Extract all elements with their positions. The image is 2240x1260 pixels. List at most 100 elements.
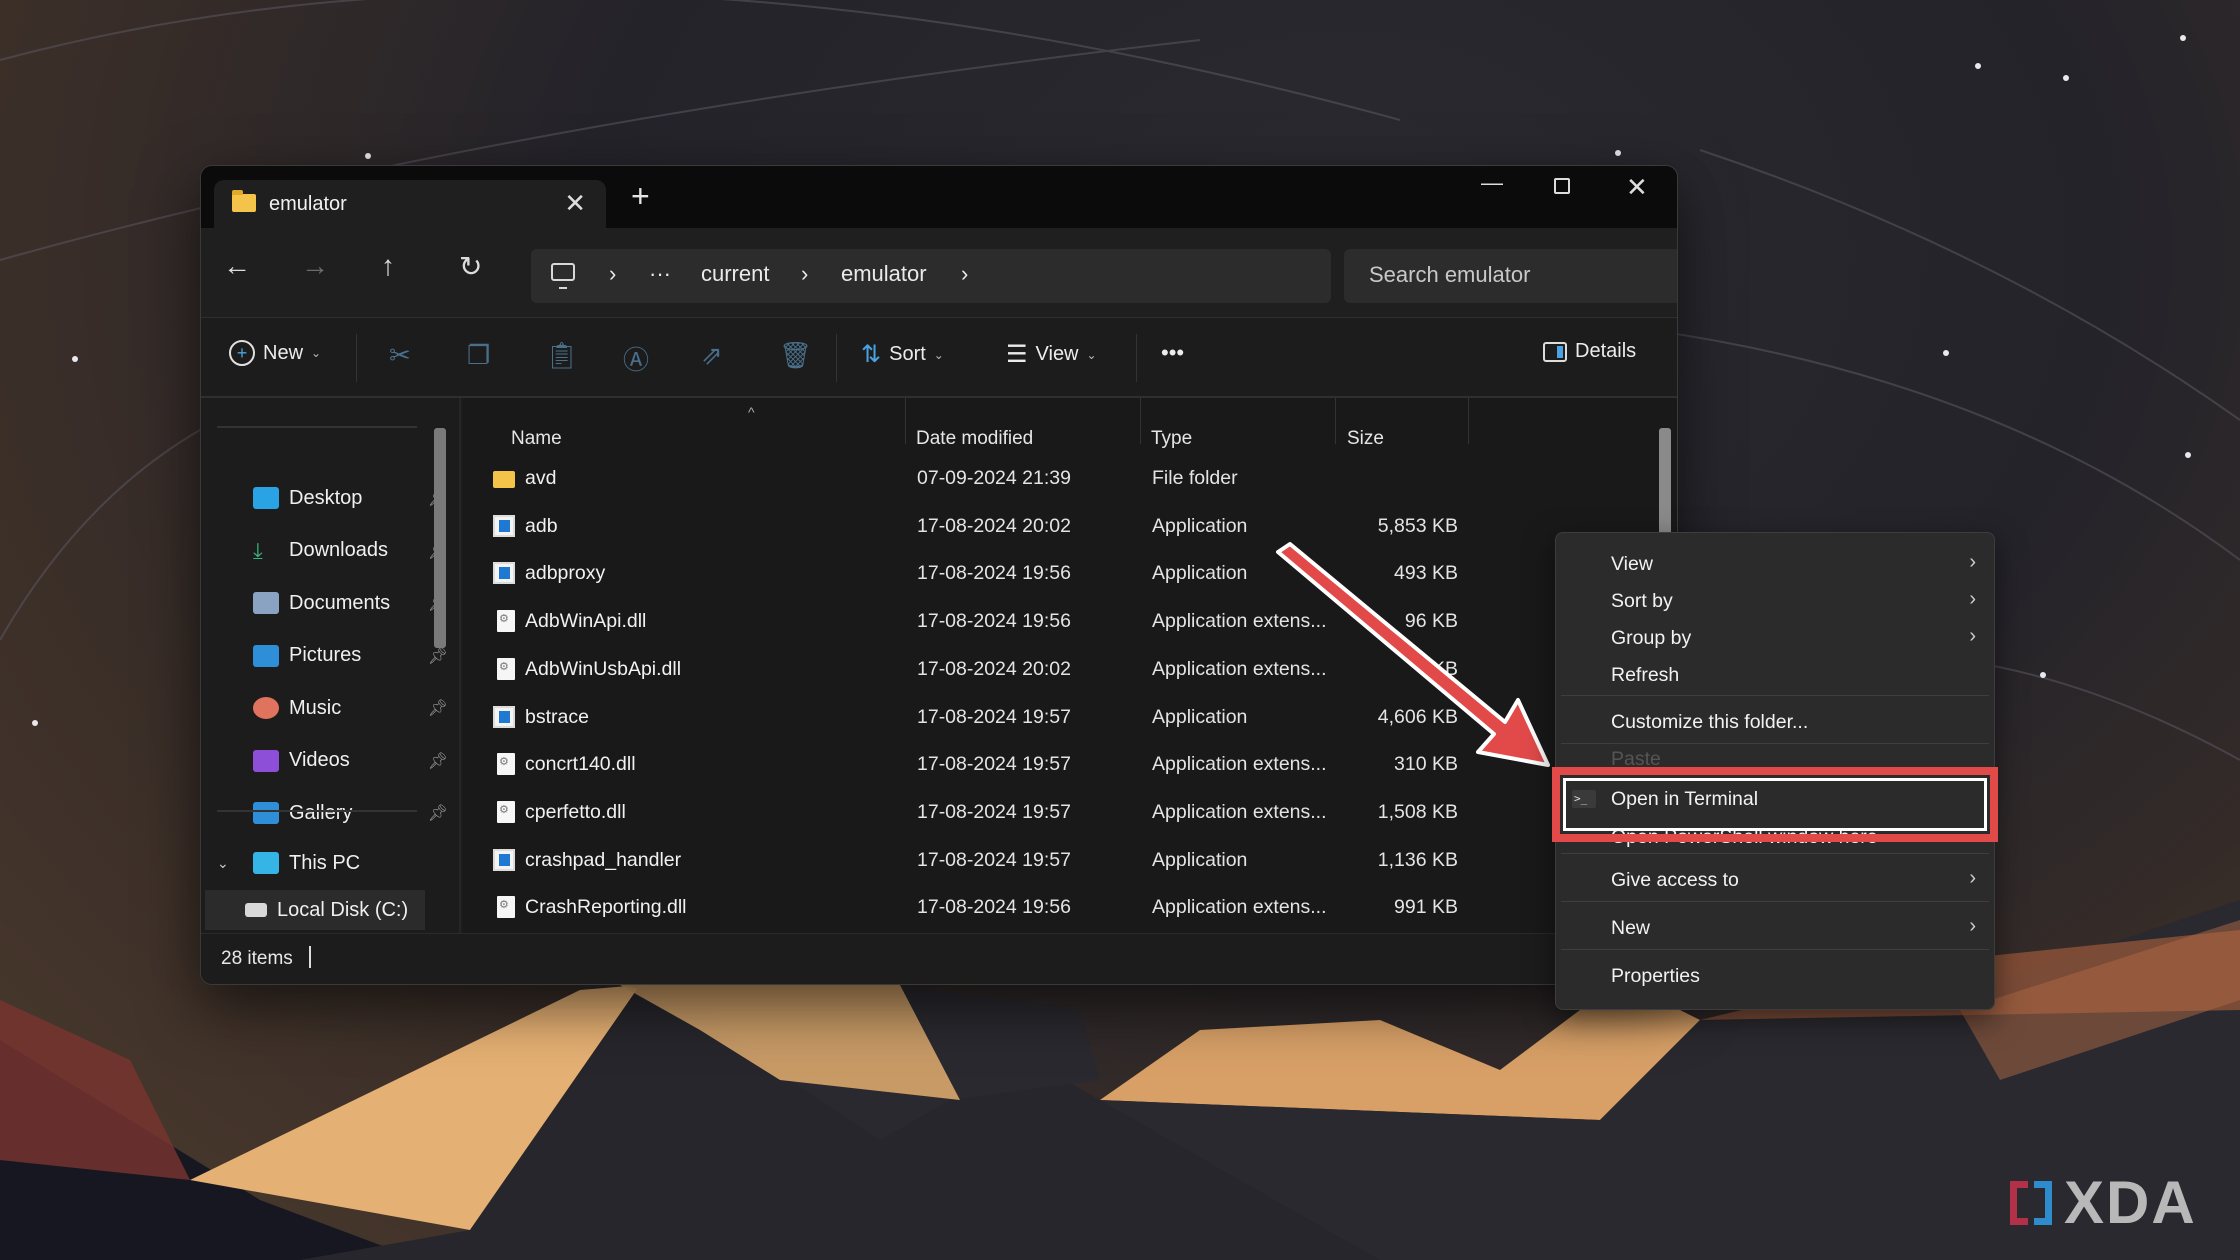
menu-item-sort-by[interactable]: Sort by › [1556,582,1996,619]
sidebar-item-music[interactable]: Music 📌︎ [253,688,448,728]
file-row[interactable]: AdbWinUsbApi.dll 17-08-2024 20:02 Applicat… [463,646,1663,692]
chevron-right-icon: › [1969,867,1976,889]
menu-item-refresh[interactable]: Refresh [1556,656,1996,693]
file-row[interactable]: concrt140.dll 17-08-2024 19:57 Application… [463,741,1663,787]
menu-item-customize-this-folder[interactable]: Customize this folder... [1556,703,1996,740]
file-row[interactable]: adb 17-08-2024 20:02 Application 5,853 KB [463,503,1663,549]
column-header-size[interactable]: Size [1347,428,1384,450]
pin-icon[interactable]: 📌︎ [428,751,448,771]
sidebar-label: Local Disk (C:) [277,898,409,921]
close-window-button[interactable]: ✕ [1626,172,1648,203]
paste-icon[interactable]: 📋︎ [545,340,578,371]
search-input[interactable]: Search emulator [1344,249,1677,303]
search-placeholder: Search emulator [1369,262,1531,287]
menu-item-group-by[interactable]: Group by › [1556,619,1996,656]
sidebar-item-videos[interactable]: Videos 📌︎ [253,741,448,781]
file-date: 17-08-2024 20:02 [917,514,1071,537]
close-tab-button[interactable]: ✕ [564,188,586,219]
menu-item-give-access-to[interactable]: Give access to › [1556,861,1996,898]
star [32,720,38,726]
file-name: bstrace [525,705,589,728]
up-button[interactable]: ↑ [381,250,395,282]
sidebar-label: This PC [289,851,361,874]
file-row[interactable]: AdbWinApi.dll 17-08-2024 19:56 Application… [463,598,1663,644]
column-header-date[interactable]: Date modified [916,428,1033,450]
file-type: Application [1152,514,1248,537]
rename-icon[interactable]: Ⓐ [623,340,649,377]
cut-icon[interactable]: ✂ [389,340,411,371]
address-bar[interactable]: › ··· current › emulator › [531,249,1331,303]
breadcrumb-emulator[interactable]: emulator [841,261,927,287]
new-label: New [263,341,304,364]
sort-button[interactable]: ⇅ Sort ⌄ [861,340,944,369]
breadcrumb-current[interactable]: current [701,261,769,287]
maximize-button[interactable] [1554,178,1570,194]
new-tab-button[interactable]: + [631,178,650,215]
star [2063,75,2069,81]
file-type: Application [1152,848,1248,871]
file-row[interactable]: adbproxy 17-08-2024 19:56 Application 493 K… [463,550,1663,596]
details-pane-button[interactable]: Details [1543,340,1636,363]
sidebar-item-gallery[interactable]: Gallery 📌︎ [253,793,448,833]
menu-item-label: View [1611,553,1653,575]
file-type: Application extens... [1152,896,1327,919]
star [2180,35,2186,41]
file-row[interactable]: cperfetto.dll 17-08-2024 19:57 Application… [463,789,1663,835]
navigation-bar: ← → ↑ ↻ › ··· current › emulator › Searc… [201,228,1677,318]
file-row[interactable]: crashpad_handler 17-08-2024 19:57 Applicat… [463,837,1663,883]
menu-item-new[interactable]: New › [1556,909,1996,946]
delete-icon[interactable]: 🗑︎ [779,340,812,371]
file-row[interactable]: bstrace 17-08-2024 19:57 Application 4,606 … [463,694,1663,740]
dll-file-icon [497,610,515,633]
back-button[interactable]: ← [223,250,251,282]
xda-watermark: XDA [2010,1168,2197,1237]
sidebar-item-downloads[interactable]: ⤓Downloads📌︎ [253,531,448,571]
file-size: 5,853 KB [1377,514,1458,537]
refresh-button[interactable]: ↻ [459,250,482,283]
menu-item-open-in-terminal[interactable]: >_ Open in Terminal [1556,780,1996,817]
column-header-name[interactable]: Name [511,428,562,450]
tab-emulator[interactable]: emulator ✕ [214,180,606,230]
file-date: 17-08-2024 19:57 [917,753,1071,776]
copy-icon[interactable]: ❐ [467,340,490,371]
sidebar-item-desktop[interactable]: Desktop📌︎ [253,478,448,518]
view-button[interactable]: ☰ View ⌄ [1006,340,1097,369]
this-pc-icon [253,852,279,874]
more-options-button[interactable]: ••• [1161,340,1184,366]
file-size: KB [1431,657,1458,680]
sidebar-item-documents[interactable]: Documents📌︎ [253,583,448,623]
pin-icon[interactable]: 📌︎ [428,646,448,666]
downloads-icon: ⤓ [253,537,263,563]
sidebar-label: Videos [289,749,350,771]
menu-separator [1561,695,1989,696]
menu-item-view[interactable]: View › [1556,545,1996,582]
new-button[interactable]: + New ⌄ [229,340,321,366]
file-name: avd [525,467,557,489]
xda-logo-text: XDA [2064,1169,2197,1236]
sidebar-item-pictures[interactable]: Pictures 📌︎ [253,636,448,676]
sidebar-item-local-disk[interactable]: Local Disk (C:) [205,890,425,930]
forward-button[interactable]: → [301,250,329,282]
tab-title: emulator [269,193,347,215]
breadcrumb-separator: › [609,261,617,286]
sidebar-item-this-pc[interactable]: ⌄ This PC [217,843,412,883]
gallery-icon [253,802,279,824]
file-date: 07-09-2024 21:39 [917,467,1071,489]
file-size: 310 KB [1394,753,1458,776]
sort-label: Sort [889,343,926,365]
pin-icon[interactable]: 📌︎ [428,803,448,823]
star [72,356,78,362]
file-date: 17-08-2024 19:56 [917,896,1071,919]
column-divider [1140,398,1141,444]
column-header-type[interactable]: Type [1151,428,1192,450]
share-icon[interactable]: ⇗ [701,340,723,371]
minimize-button[interactable]: — [1481,170,1503,196]
sidebar-scrollbar[interactable] [434,428,446,648]
pin-icon[interactable]: 📌︎ [428,698,448,718]
file-name: crashpad_handler [525,848,682,871]
breadcrumb-overflow[interactable]: ··· [649,261,671,287]
file-row[interactable]: CrashReporting.dll 17-08-2024 19:56 Applic… [463,884,1663,930]
file-row[interactable]: avd 07-09-2024 21:39 File folder [463,455,1663,501]
menu-item-properties[interactable]: Properties [1556,957,1996,994]
file-list-scrollbar[interactable] [1659,428,1671,538]
